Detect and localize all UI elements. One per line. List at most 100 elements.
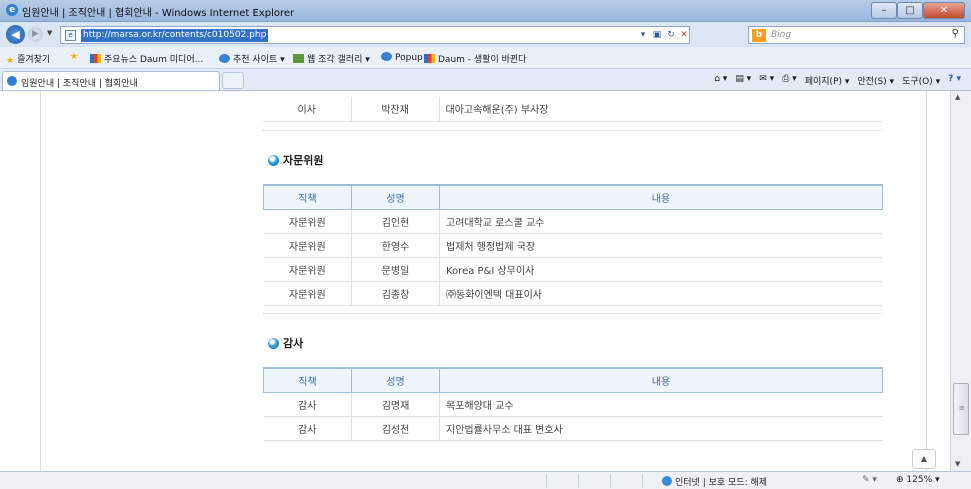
page-menu[interactable]: 페이지(P) ▾ bbox=[805, 74, 850, 87]
status-separator bbox=[610, 474, 611, 488]
name-cell: 한영수 bbox=[351, 233, 440, 258]
window-controls: – □ ✕ bbox=[871, 2, 965, 19]
name-cell: 김성천 bbox=[351, 416, 440, 441]
column-header-detail: 내용 bbox=[439, 184, 883, 210]
compatibility-view-icon[interactable]: ▣ bbox=[650, 28, 664, 42]
home-button[interactable]: ⌂ ▾ bbox=[714, 74, 727, 87]
favorite-item-daum[interactable]: Daum - 생활이 바뀐다 bbox=[424, 52, 526, 65]
help-button[interactable]: ? ▾ bbox=[948, 74, 961, 87]
page-content: 이사 박찬재 대아고속해운(주) 부사장 자문위원 직책 성명 내용 자문위원 … bbox=[0, 91, 950, 471]
table-row: 자문위원 김인현 고려대학교 로스쿨 교수 bbox=[263, 209, 883, 234]
content-right-border bbox=[926, 91, 927, 471]
detail-cell: 대아고속해운(주) 부사장 bbox=[439, 97, 882, 122]
detail-cell: 지안법률사무소 대표 변호사 bbox=[439, 416, 883, 441]
table-row: 자문위원 한영수 법제처 행정법제 국장 bbox=[263, 233, 883, 258]
tab-current[interactable]: 임원안내 | 조직안내 | 협회안내 bbox=[2, 71, 220, 90]
back-to-top-button[interactable]: ▲ bbox=[912, 449, 936, 469]
address-field[interactable]: e http://marsa.or.kr/contents/c010502.ph… bbox=[60, 26, 690, 44]
directors-table-tail: 이사 박찬재 대아고속해운(주) 부사장 bbox=[263, 97, 882, 122]
name-cell: 김종창 bbox=[351, 281, 440, 306]
add-to-favorites-icon[interactable]: ★ bbox=[70, 52, 78, 62]
grip-icon: ≡ bbox=[959, 404, 965, 412]
column-header-name: 성명 bbox=[351, 367, 440, 393]
content-left-border bbox=[40, 91, 41, 471]
table-row: 이사 박찬재 대아고속해운(주) 부사장 bbox=[263, 97, 882, 122]
position-cell: 자문위원 bbox=[263, 281, 352, 306]
window-title: 임원안내 | 조직안내 | 협회안내 - Windows Internet Ex… bbox=[22, 8, 295, 19]
search-icon[interactable]: ⚲ bbox=[952, 28, 959, 39]
table-header-row: 직책 성명 내용 bbox=[263, 367, 883, 393]
table-row: 감사 김성천 지안법률사무소 대표 변호사 bbox=[263, 416, 883, 441]
address-bar-row: ◀ ▶ ▼ e http://marsa.or.kr/contents/c010… bbox=[0, 22, 971, 47]
vertical-scrollbar[interactable]: ▲ ≡ ▼ bbox=[950, 91, 971, 471]
feeds-button[interactable]: ▤ ▾ bbox=[735, 74, 751, 87]
ie-page-icon bbox=[381, 52, 392, 61]
table-header-row: 직책 성명 내용 bbox=[263, 184, 883, 210]
scroll-up-arrow-icon[interactable]: ▲ bbox=[955, 93, 960, 101]
favorite-item-daum-news[interactable]: 주요뉴스 Daum 미디어... bbox=[90, 52, 203, 65]
zoom-level-button[interactable]: ⊕ 125% ▾ bbox=[896, 475, 940, 485]
position-cell: 감사 bbox=[263, 392, 352, 417]
name-cell: 박찬재 bbox=[351, 97, 440, 122]
favorites-button[interactable]: ★ 즐겨찾기 bbox=[6, 52, 50, 66]
position-cell: 자문위원 bbox=[263, 233, 352, 258]
print-button[interactable]: ⎙ ▾ bbox=[782, 74, 797, 87]
table-row: 자문위원 김종창 ㈜동화이엔텍 대표이사 bbox=[263, 281, 883, 306]
scrollbar-thumb[interactable]: ≡ bbox=[953, 383, 969, 435]
position-cell: 이사 bbox=[263, 97, 352, 122]
forward-button[interactable]: ▶ bbox=[28, 27, 43, 42]
star-icon: ★ bbox=[6, 56, 15, 66]
tools-menu[interactable]: 도구(O) ▾ bbox=[902, 74, 940, 87]
auditors-section-title: 감사 bbox=[268, 335, 303, 351]
maximize-button[interactable]: □ bbox=[897, 2, 923, 19]
close-button[interactable]: ✕ bbox=[923, 2, 965, 19]
stop-icon[interactable]: ✕ bbox=[677, 28, 691, 42]
daum-feed-icon bbox=[424, 54, 435, 63]
name-cell: 김명재 bbox=[351, 392, 440, 417]
favorites-bar: ★ 즐겨찾기 ★ 주요뉴스 Daum 미디어... 추천 사이트 ▾ 웹 조각 갤… bbox=[0, 47, 971, 69]
title-bar: e 임원안내 | 조직안내 | 협회안내 - Windows Internet … bbox=[0, 0, 971, 22]
command-bar: ⌂ ▾ ▤ ▾ ✉ ▾ ⎙ ▾ 페이지(P) ▾ 안전(S) ▾ 도구(O) ▾… bbox=[714, 74, 961, 87]
bullet-icon bbox=[268, 155, 279, 166]
safety-menu[interactable]: 안전(S) ▾ bbox=[857, 74, 894, 87]
detail-cell: 목포해양대 교수 bbox=[439, 392, 883, 417]
detail-cell: Korea P&I 상무이사 bbox=[439, 257, 883, 282]
bullet-icon bbox=[268, 338, 279, 349]
globe-icon bbox=[662, 476, 672, 486]
daum-feed-icon bbox=[90, 54, 101, 63]
ie-logo-icon: e bbox=[6, 4, 18, 16]
table-row: 자문위원 문병일 Korea P&I 상무이사 bbox=[263, 257, 883, 282]
url-text[interactable]: http://marsa.or.kr/contents/c010502.php bbox=[81, 29, 269, 42]
minimize-button[interactable]: – bbox=[871, 2, 897, 19]
name-cell: 문병일 bbox=[351, 257, 440, 282]
ie-page-icon bbox=[7, 76, 17, 86]
mail-button[interactable]: ✉ ▾ bbox=[759, 74, 774, 87]
favorite-item-suggested-sites[interactable]: 추천 사이트 ▾ bbox=[219, 52, 285, 65]
detail-cell: 고려대학교 로스쿨 교수 bbox=[439, 209, 883, 234]
advisors-table: 직책 성명 내용 자문위원 김인현 고려대학교 로스쿨 교수 자문위원 한영수 … bbox=[263, 184, 883, 306]
favorite-item-popup[interactable]: Popup bbox=[381, 52, 423, 63]
back-button[interactable]: ◀ bbox=[6, 25, 25, 44]
favorite-item-web-slice-gallery[interactable]: 웹 조각 갤러리 ▾ bbox=[293, 52, 370, 65]
web-slice-icon bbox=[293, 54, 304, 63]
column-header-position: 직책 bbox=[263, 184, 352, 210]
scroll-down-arrow-icon[interactable]: ▼ bbox=[955, 460, 960, 468]
search-placeholder: Bing bbox=[771, 30, 792, 40]
advisors-section-title: 자문위원 bbox=[268, 152, 323, 168]
ie-page-icon bbox=[219, 54, 230, 63]
table-row: 감사 김명재 목포해양대 교수 bbox=[263, 392, 883, 417]
tab-label: 임원안내 | 조직안내 | 협회안내 bbox=[21, 79, 138, 89]
address-dropdown-icon[interactable]: ▾ bbox=[636, 28, 650, 42]
column-header-position: 직책 bbox=[263, 367, 352, 393]
section-divider bbox=[263, 130, 882, 131]
search-field[interactable]: b Bing ⚲ bbox=[748, 26, 965, 44]
column-header-name: 성명 bbox=[351, 184, 440, 210]
refresh-icon[interactable]: ↻ bbox=[664, 28, 678, 42]
auditors-table: 직책 성명 내용 감사 김명재 목포해양대 교수 감사 김성천 지안법률사무소 … bbox=[263, 367, 883, 441]
recent-pages-dropdown[interactable]: ▼ bbox=[47, 29, 52, 37]
protected-mode-icon[interactable]: ✎ ▾ bbox=[862, 475, 877, 485]
zoom-icon: ⊕ bbox=[896, 475, 904, 485]
section-divider bbox=[263, 313, 882, 314]
new-tab-button[interactable] bbox=[222, 72, 244, 89]
security-zone[interactable]: 인터넷 | 보호 모드: 해제 bbox=[662, 475, 767, 488]
